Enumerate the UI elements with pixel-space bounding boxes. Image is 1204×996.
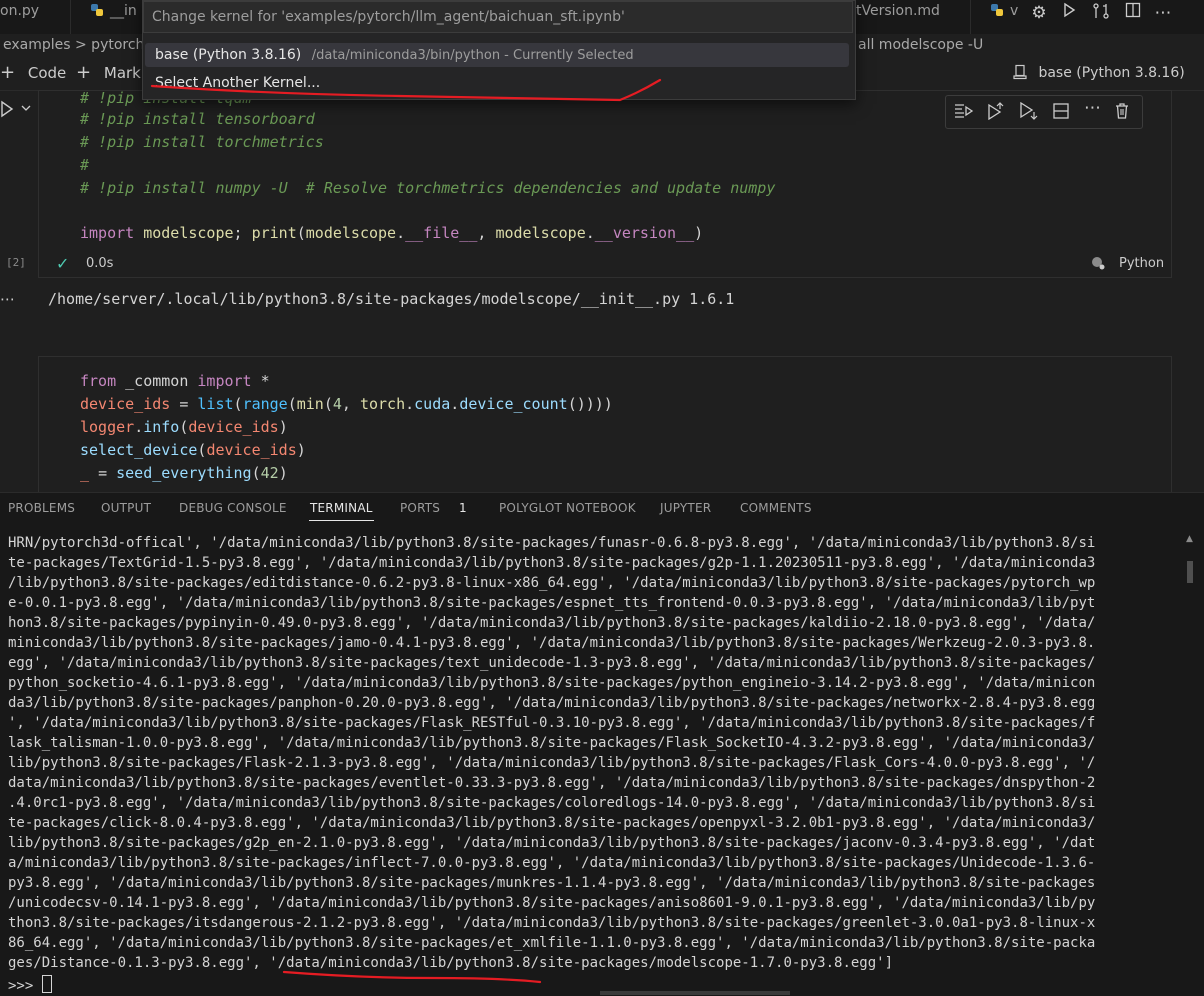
bottom-panel: PROBLEMS OUTPUT DEBUG CONSOLE TERMINAL P… (0, 492, 1204, 996)
add-markdown-cell-button[interactable]: + Mark (76, 62, 141, 83)
tab-python-file[interactable]: v (990, 0, 1018, 34)
ports-count-badge: 1 (459, 501, 467, 515)
terminal-cursor (41, 975, 52, 993)
execute-below-icon[interactable] (1018, 101, 1038, 124)
code-line: # !pip install numpy -U # Resolve torchm… (80, 179, 776, 197)
add-code-cell-button[interactable]: + Code (0, 62, 66, 83)
code-line: # !pip install tensorboard (80, 110, 315, 128)
panel-tab-ports[interactable]: PORTS (400, 501, 440, 515)
delete-cell-icon[interactable] (1114, 102, 1130, 124)
check-icon: ✓ (56, 254, 70, 273)
panel-tab-terminal[interactable]: TERMINAL (310, 501, 373, 515)
annotation-underline-kernel (150, 78, 662, 102)
panel-tab-polyglot-notebook[interactable]: POLYGLOT NOTEBOOK (499, 501, 636, 515)
scroll-up-icon[interactable]: ▲ (1186, 533, 1194, 545)
panel-tab-debug-console[interactable]: DEBUG CONSOLE (179, 501, 287, 515)
code-line-select-device: select_device(device_ids) (80, 441, 306, 459)
active-tab-indicator (309, 520, 374, 521)
code-line: # !pip install torchmetrics (80, 133, 324, 151)
code-line-import: import modelscope; print(modelscope.__fi… (80, 224, 704, 242)
kernel-option-base[interactable]: base (Python 3.8.16) /data/miniconda3/bi… (145, 43, 849, 67)
annotation-underline-modelscope (282, 970, 542, 984)
kernel-label: base (Python 3.8.16) (1038, 65, 1185, 81)
run-by-line-icon[interactable] (954, 102, 974, 124)
split-cell-icon[interactable] (1052, 102, 1070, 124)
breadcrumb-cell[interactable]: all modelscope -U (858, 34, 983, 56)
panel-tab-problems[interactable]: PROBLEMS (8, 501, 75, 515)
more-actions-icon[interactable]: ⋯ (1152, 2, 1174, 24)
tab-divider (70, 0, 71, 34)
python-file-icon (990, 2, 1004, 16)
python-file-icon (90, 2, 104, 16)
panel-tab-comments[interactable]: COMMENTS (740, 501, 812, 515)
split-editor-icon[interactable] (1122, 2, 1144, 24)
kernel-search-input[interactable]: Change kernel for 'examples/pytorch/llm_… (143, 1, 853, 33)
panel-tab-jupyter[interactable]: JUPYTER (660, 501, 711, 515)
tab-label: __in (110, 3, 137, 19)
more-cell-actions-icon[interactable]: ⋯ (1084, 98, 1101, 118)
tab-label: tVersion.md (856, 3, 940, 19)
tab-version-md[interactable]: tVersion.md (856, 0, 940, 34)
language-icon (1090, 255, 1106, 275)
execute-above-icon[interactable] (986, 102, 1006, 124)
breadcrumb-path[interactable]: examples > pytorch (3, 34, 144, 56)
execution-time: 0.0s (86, 256, 114, 271)
horizontal-scrollbar-thumb[interactable] (600, 991, 790, 995)
run-icon[interactable] (1058, 2, 1080, 24)
run-cell-button[interactable] (0, 100, 34, 122)
output-more-icon[interactable]: ⋯ (0, 290, 15, 308)
add-code-label: Code (27, 64, 67, 82)
terminal-output[interactable]: HRN/pytorch3d-offical', '/data/miniconda… (8, 533, 1170, 973)
code-line-seed: _ = seed_everything(42) (80, 464, 288, 482)
tab-init-py[interactable]: __in (90, 0, 137, 34)
code-line-logger: logger.info(device_ids) (80, 418, 288, 436)
source-control-compare-icon[interactable] (1090, 2, 1112, 24)
tab-label: v (1010, 3, 1019, 19)
terminal-prompt[interactable]: >>> (8, 975, 52, 994)
code-line-device-ids: device_ids = list(range(min(4, torch.cud… (80, 395, 613, 413)
panel-tab-output[interactable]: OUTPUT (101, 501, 151, 515)
terminal-scrollbar[interactable]: ▲ (1186, 533, 1194, 973)
add-markdown-label: Mark (103, 64, 141, 82)
kernel-search-placeholder: Change kernel for 'examples/pytorch/llm_… (152, 9, 625, 25)
code-line-from-import: from _common import * (80, 372, 270, 390)
kernel-option-name: base (Python 3.8.16) (155, 47, 302, 63)
plus-icon: + (76, 62, 92, 83)
tab-divider (970, 0, 971, 34)
execution-count: [2] (6, 256, 26, 269)
gear-icon[interactable]: ⚙ (1028, 2, 1050, 24)
code-line: # (80, 156, 90, 174)
cell-language[interactable]: Python (1119, 256, 1164, 271)
kernel-icon (1012, 64, 1032, 81)
scrollbar-thumb[interactable] (1187, 561, 1193, 583)
kernel-option-path: /data/miniconda3/bin/python - Currently … (311, 48, 634, 63)
prompt-text: >>> (8, 978, 42, 994)
tab-on-py[interactable]: on.py (0, 0, 39, 34)
cell-output: /home/server/.local/lib/python3.8/site-p… (48, 290, 735, 308)
plus-icon: + (0, 62, 16, 83)
kernel-picker[interactable]: base (Python 3.8.16) (1012, 64, 1185, 81)
tab-label: on.py (0, 3, 40, 19)
cell-toolbar: ⋯ (945, 95, 1143, 129)
